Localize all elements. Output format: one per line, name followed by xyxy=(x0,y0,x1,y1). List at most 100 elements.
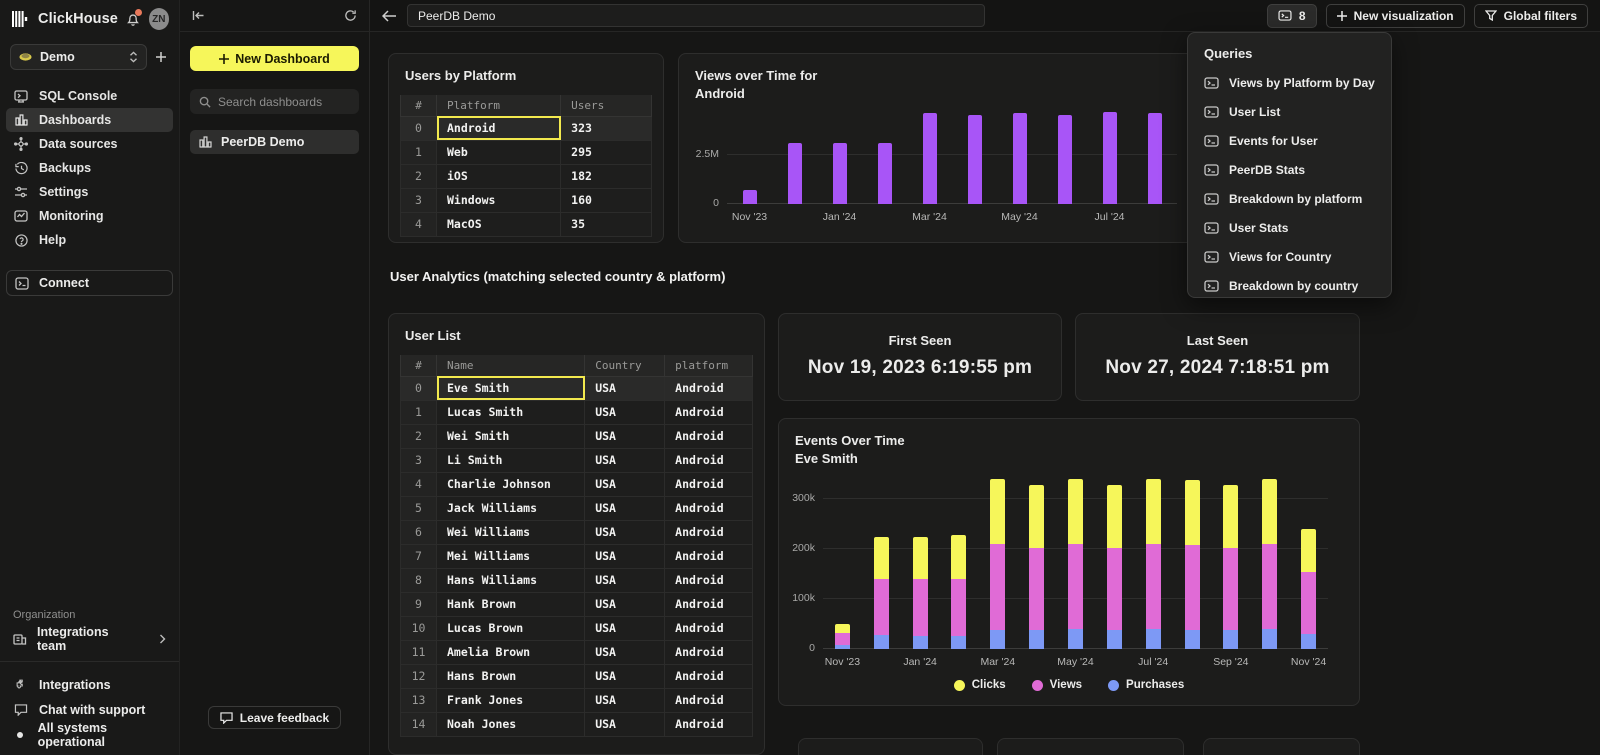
back-arrow-icon[interactable] xyxy=(382,10,397,22)
bar[interactable] xyxy=(1148,113,1162,204)
table-cell[interactable]: Android xyxy=(665,472,753,496)
legend-entry-purchases[interactable]: Purchases xyxy=(1108,679,1184,691)
footer-item-chat-with-support[interactable]: Chat with support xyxy=(0,697,179,722)
legend-entry-clicks[interactable]: Clicks xyxy=(954,679,1006,691)
table-cell[interactable]: Android xyxy=(665,496,753,520)
query-menu-item[interactable]: User Stats xyxy=(1204,221,1391,235)
bar[interactable] xyxy=(743,190,757,204)
table-cell[interactable]: USA xyxy=(585,448,665,472)
new-visualization-button[interactable]: New visualization xyxy=(1326,4,1465,28)
table-cell[interactable]: USA xyxy=(585,520,665,544)
table-cell[interactable]: Mei Williams xyxy=(437,544,585,568)
table-cell[interactable]: 295 xyxy=(561,140,652,164)
table-cell[interactable]: USA xyxy=(585,472,665,496)
bar[interactable] xyxy=(968,115,982,204)
table-cell[interactable]: USA xyxy=(585,544,665,568)
table-cell[interactable]: Wei Williams xyxy=(437,520,585,544)
bar[interactable] xyxy=(1058,115,1072,204)
table-cell[interactable]: Android xyxy=(665,424,753,448)
table-cell[interactable]: Android xyxy=(665,664,753,688)
table-cell[interactable]: 323 xyxy=(561,116,652,140)
bar[interactable] xyxy=(878,143,892,204)
notifications-bell-icon[interactable] xyxy=(124,9,143,29)
table-cell[interactable]: USA xyxy=(585,496,665,520)
table-cell[interactable]: 160 xyxy=(561,188,652,212)
bar[interactable] xyxy=(1103,112,1117,204)
bar[interactable] xyxy=(1223,485,1238,649)
table-cell[interactable]: iOS xyxy=(437,164,561,188)
bar[interactable] xyxy=(913,537,928,650)
bar[interactable] xyxy=(1107,485,1122,649)
table-cell[interactable]: USA xyxy=(585,712,665,736)
queries-count-button[interactable]: 8 xyxy=(1267,4,1317,28)
dashboard-title-input[interactable] xyxy=(407,4,985,27)
sidebar-item-backups[interactable]: Backups xyxy=(6,156,173,180)
table-cell[interactable]: Android xyxy=(665,544,753,568)
query-menu-item[interactable]: PeerDB Stats xyxy=(1204,163,1391,177)
sidebar-item-monitoring[interactable]: Monitoring xyxy=(6,204,173,228)
bar[interactable] xyxy=(1262,479,1277,649)
sidebar-item-data-sources[interactable]: Data sources xyxy=(6,132,173,156)
footer-item-all-systems-operational[interactable]: All systems operational xyxy=(0,722,179,747)
collapse-panel-icon[interactable] xyxy=(192,10,205,21)
global-filters-button[interactable]: Global filters xyxy=(1474,4,1588,28)
table-cell[interactable]: Android xyxy=(665,400,753,424)
table-cell[interactable]: 35 xyxy=(561,212,652,236)
refresh-icon[interactable] xyxy=(344,9,357,22)
table-cell[interactable]: Web xyxy=(437,140,561,164)
bar[interactable] xyxy=(1029,485,1044,649)
table-cell[interactable]: 182 xyxy=(561,164,652,188)
sidebar-item-sql-console[interactable]: SQL Console xyxy=(6,84,173,108)
query-menu-item[interactable]: Views for Country xyxy=(1204,250,1391,264)
workspace-select[interactable]: Demo xyxy=(10,44,147,70)
table-cell[interactable]: Android xyxy=(437,116,561,140)
query-menu-item[interactable]: Breakdown by country xyxy=(1204,279,1391,293)
table-cell[interactable]: Frank Jones xyxy=(437,688,585,712)
bar[interactable] xyxy=(923,113,937,204)
connect-button[interactable]: Connect xyxy=(6,270,173,296)
dashboard-list-item[interactable]: PeerDB Demo xyxy=(190,130,359,154)
bar[interactable] xyxy=(1185,480,1200,649)
table-cell[interactable]: Jack Williams xyxy=(437,496,585,520)
bar[interactable] xyxy=(1301,529,1316,649)
bar[interactable] xyxy=(1013,113,1027,204)
leave-feedback-button[interactable]: Leave feedback xyxy=(208,706,341,729)
table-cell[interactable]: Android xyxy=(665,568,753,592)
table-cell[interactable]: USA xyxy=(585,568,665,592)
table-cell[interactable]: USA xyxy=(585,424,665,448)
table-cell[interactable]: USA xyxy=(585,640,665,664)
table-cell[interactable]: Wei Smith xyxy=(437,424,585,448)
table-cell[interactable]: Android xyxy=(665,448,753,472)
sidebar-item-settings[interactable]: Settings xyxy=(6,180,173,204)
table-cell[interactable]: Hank Brown xyxy=(437,592,585,616)
bar[interactable] xyxy=(874,537,889,650)
legend-entry-views[interactable]: Views xyxy=(1032,679,1082,691)
table-cell[interactable]: Windows xyxy=(437,188,561,212)
table-cell[interactable]: Android xyxy=(665,712,753,736)
table-cell[interactable]: Lucas Smith xyxy=(437,400,585,424)
search-dashboards-input[interactable] xyxy=(218,95,350,109)
table-cell[interactable]: Charlie Johnson xyxy=(437,472,585,496)
query-menu-item[interactable]: Events for User xyxy=(1204,134,1391,148)
query-menu-item[interactable]: User List xyxy=(1204,105,1391,119)
table-cell[interactable]: USA xyxy=(585,616,665,640)
table-cell[interactable]: Lucas Brown xyxy=(437,616,585,640)
table-cell[interactable]: Android xyxy=(665,376,753,400)
table-cell[interactable]: USA xyxy=(585,376,665,400)
query-menu-item[interactable]: Breakdown by platform xyxy=(1204,192,1391,206)
table-cell[interactable]: Android xyxy=(665,592,753,616)
bar[interactable] xyxy=(835,624,850,649)
avatar[interactable]: ZN xyxy=(149,8,169,30)
table-cell[interactable]: USA xyxy=(585,688,665,712)
table-cell[interactable]: USA xyxy=(585,400,665,424)
query-menu-item[interactable]: Views by Platform by Day xyxy=(1204,76,1391,90)
new-dashboard-button[interactable]: New Dashboard xyxy=(190,46,359,71)
bar[interactable] xyxy=(951,535,966,649)
sidebar-item-help[interactable]: Help xyxy=(6,228,173,252)
table-cell[interactable]: USA xyxy=(585,664,665,688)
sidebar-item-dashboards[interactable]: Dashboards xyxy=(6,108,173,132)
bar[interactable] xyxy=(1146,479,1161,649)
bar[interactable] xyxy=(990,479,1005,649)
bar[interactable] xyxy=(1068,479,1083,649)
bar[interactable] xyxy=(788,143,802,204)
